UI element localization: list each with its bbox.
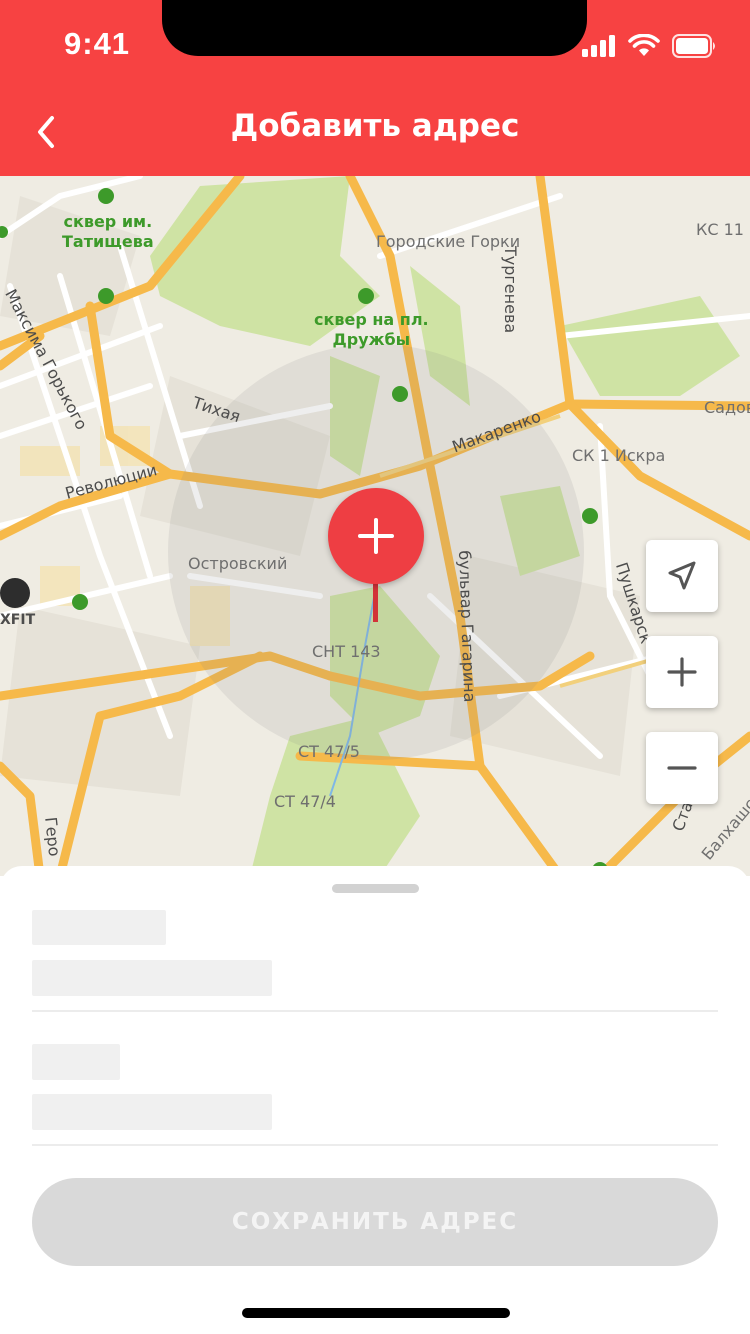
location-pin-stem [373, 580, 378, 622]
navigation-arrow-icon [668, 561, 696, 590]
wifi-icon [628, 34, 660, 56]
map-label-ostrovskiy: Островский [188, 554, 288, 573]
sheet-drag-handle[interactable] [332, 884, 419, 893]
map-label-st474: СТ 47/4 [274, 792, 336, 811]
skeleton-value-2 [32, 1094, 272, 1130]
map-label-st475: СТ 47/5 [298, 742, 360, 761]
map-label-xfit: XFIT [0, 612, 36, 628]
page-title: Добавить адрес [230, 108, 520, 144]
home-indicator [242, 1308, 510, 1318]
map-label-text: сквер на пл. Дружбы [314, 310, 429, 349]
map-label-skver-druzhby: сквер на пл. Дружбы [314, 310, 429, 350]
plus-icon [667, 657, 697, 687]
zoom-out-button[interactable] [646, 732, 718, 804]
map-label-text: сквер им. Татищева [62, 212, 154, 251]
minus-icon [667, 766, 697, 770]
skeleton-label-1 [32, 910, 166, 945]
zoom-in-button[interactable] [646, 636, 718, 708]
map-label-gorodskie-gorki: Городские Горки [376, 232, 521, 251]
header: 9:41 Добавить адрес [0, 0, 750, 176]
map-label-ks11: КС 11 [696, 220, 744, 239]
skeleton-label-2 [32, 1044, 120, 1080]
status-icons [582, 32, 718, 60]
map-label-gero: Геро [41, 816, 65, 858]
address-sheet: СОХРАНИТЬ АДРЕС [0, 866, 750, 1334]
map-label-snt143: СНТ 143 [312, 642, 381, 661]
map-label-sadov: Садов [704, 398, 750, 417]
battery-icon [672, 34, 715, 58]
map-view[interactable]: сквер им. Татищева Городские Горки Турге… [0, 176, 750, 876]
skeleton-value-1 [32, 960, 272, 996]
map-label-skver-tatishcheva: сквер им. Татищева [62, 212, 154, 252]
signal-icon [582, 35, 615, 57]
divider [32, 1144, 718, 1146]
save-address-button[interactable]: СОХРАНИТЬ АДРЕС [32, 1178, 718, 1266]
device-notch [162, 0, 587, 56]
locate-me-button[interactable] [646, 540, 718, 612]
xfit-marker [0, 578, 30, 608]
status-time: 9:41 [64, 26, 131, 61]
plus-icon [358, 518, 394, 554]
map-label-turgeneva: Тургенева [501, 246, 520, 334]
location-pin[interactable] [328, 488, 424, 584]
map-label-sk-iskra: СК 1 Искра [572, 446, 666, 465]
divider [32, 1010, 718, 1012]
